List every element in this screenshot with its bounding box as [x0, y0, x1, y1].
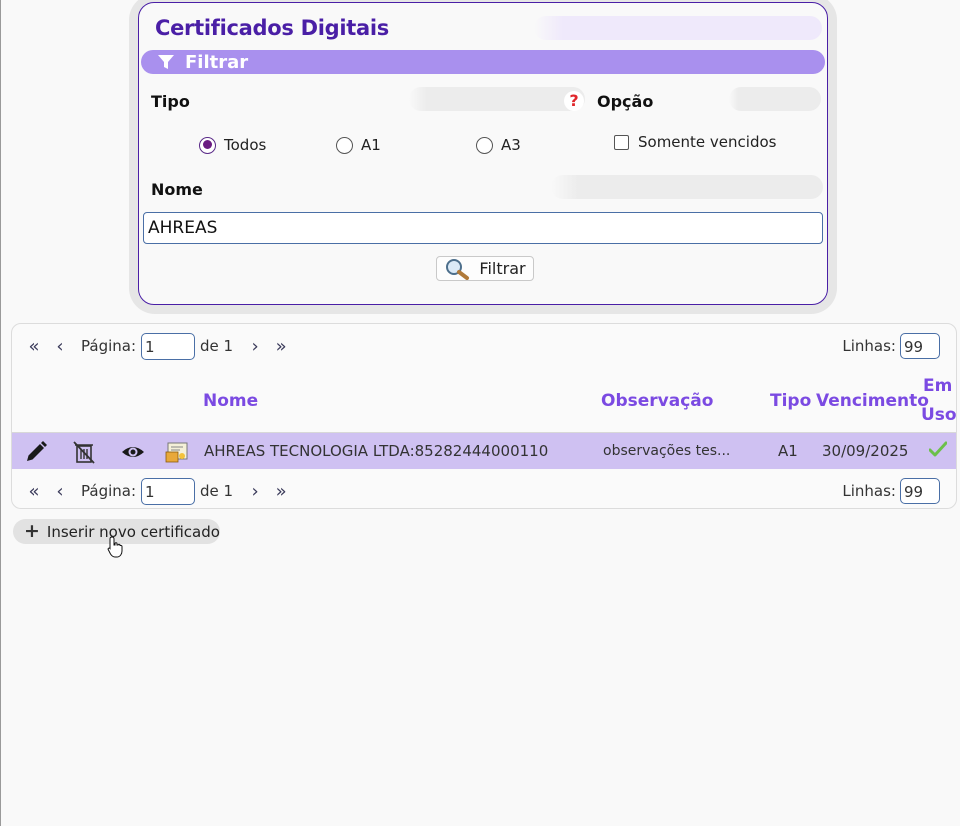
last-page-icon[interactable]: »: [268, 481, 294, 502]
filter-button-label: Filtrar: [479, 259, 526, 278]
magnifier-icon: [446, 258, 470, 280]
certificates-grid: « ‹ Página: 1 de 1 › » Linhas: 99 Nome O…: [11, 323, 957, 509]
nome-label-decoration: [551, 175, 823, 199]
first-page-icon[interactable]: «: [21, 336, 47, 357]
radio-unselected-icon: [336, 136, 353, 154]
help-icon[interactable]: ?: [564, 91, 584, 111]
somente-vencidos-checkbox[interactable]: Somente vencidos: [614, 133, 776, 151]
page-input[interactable]: 1: [141, 477, 196, 505]
filter-section-label: Filtrar: [185, 51, 249, 73]
somente-vencidos-label: Somente vencidos: [638, 133, 777, 151]
next-page-icon[interactable]: ›: [242, 336, 268, 357]
radio-selected-icon: [199, 136, 216, 154]
linhas-label: Linhas:: [842, 482, 896, 500]
view-icon[interactable]: [121, 440, 145, 464]
hand-cursor-icon: [107, 536, 123, 558]
filter-section-header[interactable]: Filtrar: [141, 50, 825, 74]
insert-certificate-label: Inserir novo certificado: [46, 522, 220, 541]
radio-a1-label: A1: [361, 136, 381, 154]
next-page-icon[interactable]: ›: [242, 481, 268, 502]
opcao-label-decoration: [729, 87, 821, 111]
column-header-em-uso-line2[interactable]: Uso: [921, 405, 957, 425]
filter-button[interactable]: Filtrar: [436, 256, 534, 281]
certificate-icon[interactable]: [165, 440, 189, 464]
column-header-observacao[interactable]: Observação: [601, 391, 713, 411]
prev-page-icon[interactable]: ‹: [47, 481, 73, 502]
column-header-nome[interactable]: Nome: [203, 391, 258, 411]
pagina-label: Página:: [81, 337, 137, 355]
table-row[interactable]: AHREAS TECNOLOGIA LTDA:85282444000110 ob…: [12, 433, 956, 469]
column-header-em-uso-line1[interactable]: Em: [923, 376, 952, 396]
cell-tipo: A1: [778, 442, 798, 460]
first-page-icon[interactable]: «: [21, 481, 47, 502]
last-page-icon[interactable]: »: [268, 336, 294, 357]
title-decoration: [534, 16, 822, 40]
page-title: Certificados Digitais: [155, 16, 389, 40]
radio-todos-label: Todos: [224, 136, 267, 154]
cell-nome: AHREAS TECNOLOGIA LTDA:85282444000110: [204, 442, 549, 460]
filter-panel: Certificados Digitais Filtrar Tipo ? Opç…: [138, 2, 828, 305]
column-header-tipo[interactable]: Tipo: [770, 391, 811, 411]
nome-input[interactable]: AHREAS: [143, 212, 823, 244]
tipo-label-decoration: [409, 87, 585, 111]
opcao-label: Opção: [597, 92, 654, 111]
radio-a3-label: A3: [501, 136, 521, 154]
radio-unselected-icon: [476, 136, 493, 154]
funnel-icon: [158, 55, 174, 69]
plus-icon: +: [24, 520, 40, 542]
radio-todos[interactable]: Todos: [199, 136, 266, 154]
edit-icon[interactable]: [24, 440, 48, 464]
pagina-label: Página:: [81, 482, 137, 500]
page-total-label: de 1: [200, 482, 234, 500]
rows-per-page-input[interactable]: 99: [900, 478, 940, 504]
cell-observacao: observações tes...: [603, 443, 731, 459]
rows-per-page-input[interactable]: 99: [900, 333, 940, 359]
column-header-vencimento[interactable]: Vencimento: [816, 391, 929, 411]
page-input[interactable]: 1: [141, 332, 196, 360]
prev-page-icon[interactable]: ‹: [47, 336, 73, 357]
delete-icon[interactable]: [72, 440, 96, 464]
linhas-label: Linhas:: [842, 337, 896, 355]
checkbox-icon: [614, 134, 629, 150]
cell-vencimento: 30/09/2025: [822, 442, 909, 460]
pager-bottom: « ‹ Página: 1 de 1 › » Linhas: 99: [12, 476, 956, 506]
check-icon: [929, 441, 947, 457]
tipo-label: Tipo: [151, 92, 190, 111]
radio-a3[interactable]: A3: [476, 136, 521, 154]
radio-a1[interactable]: A1: [336, 136, 381, 154]
page-total-label: de 1: [200, 337, 234, 355]
nome-label: Nome: [151, 180, 203, 199]
pager-top: « ‹ Página: 1 de 1 › » Linhas: 99: [12, 331, 956, 361]
